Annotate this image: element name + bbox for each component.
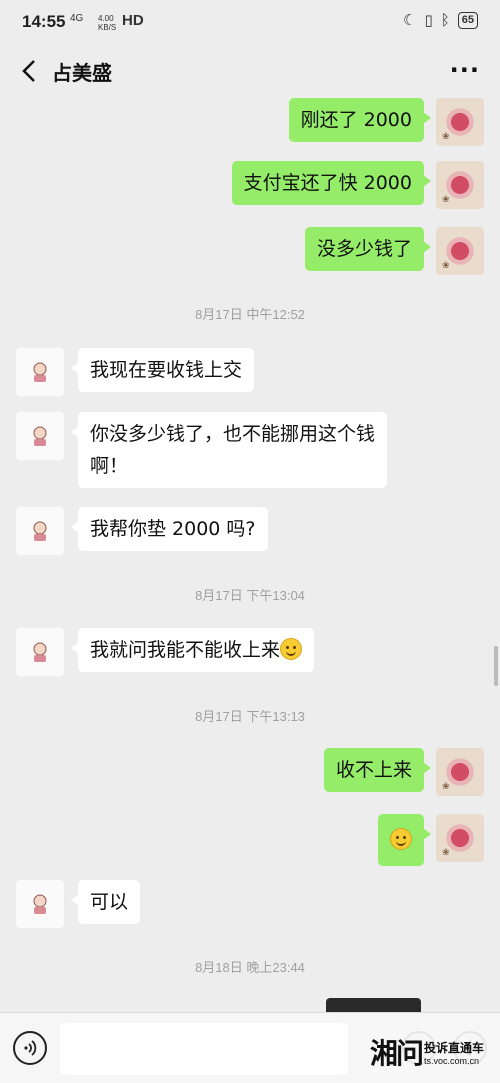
smile-emoji-icon: [390, 828, 412, 850]
my-avatar[interactable]: ❀: [436, 98, 484, 146]
hd-indicator: HD: [122, 12, 144, 29]
contact-avatar[interactable]: [16, 880, 64, 928]
status-bar: 14:55 4G 4.00 KB/S HD ☾ ▯ ᛒ 65: [0, 0, 500, 48]
message-text: 我现在要收钱上交: [90, 359, 243, 381]
my-message-bubble[interactable]: [378, 814, 431, 866]
watermark-logo: 湘问: [370, 1037, 424, 1070]
chevron-left-icon: [22, 60, 35, 82]
moon-icon: ☾: [403, 11, 417, 29]
rose-avatar-image: ❀: [442, 195, 450, 205]
rose-avatar-image: ❀: [442, 261, 450, 271]
message-timestamp: 8月17日 下午13:13: [195, 709, 305, 724]
battery-indicator: 65: [457, 11, 478, 29]
status-icons: ☾ ▯ ᛒ 65: [403, 11, 478, 29]
cartoon-avatar-icon: [33, 521, 47, 541]
speed-unit: KB/S: [98, 23, 117, 32]
message-text: 支付宝还了快 2000: [243, 172, 412, 194]
more-button[interactable]: ···: [450, 56, 480, 84]
network-speed: 4.00 KB/S: [98, 14, 116, 32]
contact-message-bubble[interactable]: 可以: [70, 880, 141, 924]
cartoon-avatar-icon: [33, 642, 47, 662]
message-text: 可以: [90, 891, 129, 913]
message-row: 收不上来 ❀: [323, 748, 484, 796]
scrollbar-thumb[interactable]: [494, 646, 498, 686]
message-timestamp: 8月18日 晚上23:44: [195, 960, 305, 975]
message-row: 我就问我能不能收上来: [16, 628, 315, 676]
contact-message-bubble[interactable]: 我就问我能不能收上来: [70, 628, 315, 672]
my-message-bubble[interactable]: 支付宝还了快 2000: [231, 161, 432, 205]
message-text: 我就问我能不能收上来: [90, 639, 281, 661]
message-row: ❀: [378, 814, 484, 866]
my-message-bubble[interactable]: 没多少钱了: [304, 227, 432, 271]
network-indicator: 4G: [70, 13, 84, 24]
bluetooth-icon: ᛒ: [440, 11, 450, 29]
watermark: 湘问 投诉直通车 ts.voc.com.cn: [366, 1030, 489, 1074]
message-input[interactable]: [60, 1023, 348, 1075]
contact-avatar[interactable]: [16, 628, 64, 676]
message-row: 刚还了 2000 ❀: [288, 98, 484, 146]
vibrate-icon: ▯: [424, 11, 433, 29]
back-button[interactable]: [12, 54, 46, 88]
voice-button[interactable]: [13, 1031, 47, 1065]
message-row: 你没多少钱了，也不能挪用这个钱 啊！: [16, 412, 388, 488]
message-text-line: 你没多少钱了，也不能挪用这个钱: [90, 423, 376, 445]
message-text: 刚还了 2000: [300, 109, 412, 131]
contact-message-bubble[interactable]: 我帮你垫 2000 吗?: [71, 507, 268, 551]
chat-area[interactable]: 刚还了 2000 ❀ 支付宝还了快 2000 ❀ 没多少钱了 ❀ 8月17日 中…: [0, 94, 500, 1012]
message-row: 没多少钱了 ❀: [304, 227, 484, 275]
rose-avatar-image: ❀: [442, 132, 450, 142]
message-row: 我帮你垫 2000 吗?: [16, 507, 268, 555]
message-row: 可以: [16, 880, 141, 928]
message-timestamp: 8月17日 下午13:04: [195, 588, 305, 603]
smile-emoji-icon: [280, 638, 303, 660]
message-timestamp: 8月17日 中午12:52: [195, 307, 305, 322]
chat-header: 占美盛 ···: [0, 48, 500, 94]
image-message-preview[interactable]: [326, 998, 421, 1012]
speed-value: 4.00: [98, 14, 114, 23]
message-row: 我现在要收钱上交: [16, 348, 255, 396]
contact-message-bubble[interactable]: 我现在要收钱上交: [70, 348, 255, 392]
watermark-url: ts.voc.com.cn: [424, 1055, 480, 1066]
watermark-name: 投诉直通车: [424, 1040, 485, 1055]
cartoon-avatar-icon: [33, 362, 47, 382]
rose-avatar-image: ❀: [442, 782, 450, 792]
rose-avatar-image: ❀: [442, 848, 450, 858]
contact-avatar[interactable]: [16, 507, 64, 555]
contact-avatar[interactable]: [16, 412, 64, 460]
my-avatar[interactable]: ❀: [436, 748, 484, 796]
watermark-text: 投诉直通车 ts.voc.com.cn: [424, 1039, 484, 1066]
status-time: 14:55: [22, 12, 66, 31]
cartoon-avatar-icon: [33, 426, 47, 446]
message-text: 收不上来: [335, 759, 412, 781]
message-text: 没多少钱了: [316, 238, 412, 260]
contact-message-bubble[interactable]: 你没多少钱了，也不能挪用这个钱 啊！: [70, 412, 388, 488]
message-row: 支付宝还了快 2000 ❀: [231, 161, 484, 209]
my-avatar[interactable]: ❀: [436, 161, 484, 209]
cartoon-avatar-icon: [33, 894, 47, 914]
message-text-line: 啊！: [90, 455, 129, 477]
my-avatar[interactable]: ❀: [436, 814, 484, 862]
voice-icon: [24, 1040, 37, 1056]
my-message-bubble[interactable]: 收不上来: [323, 748, 432, 792]
message-text: 我帮你垫 2000 吗?: [90, 518, 256, 540]
my-avatar[interactable]: ❀: [436, 227, 484, 275]
contact-avatar[interactable]: [16, 348, 64, 396]
chat-title: 占美盛: [52, 61, 112, 85]
my-message-bubble[interactable]: 刚还了 2000: [288, 98, 432, 142]
